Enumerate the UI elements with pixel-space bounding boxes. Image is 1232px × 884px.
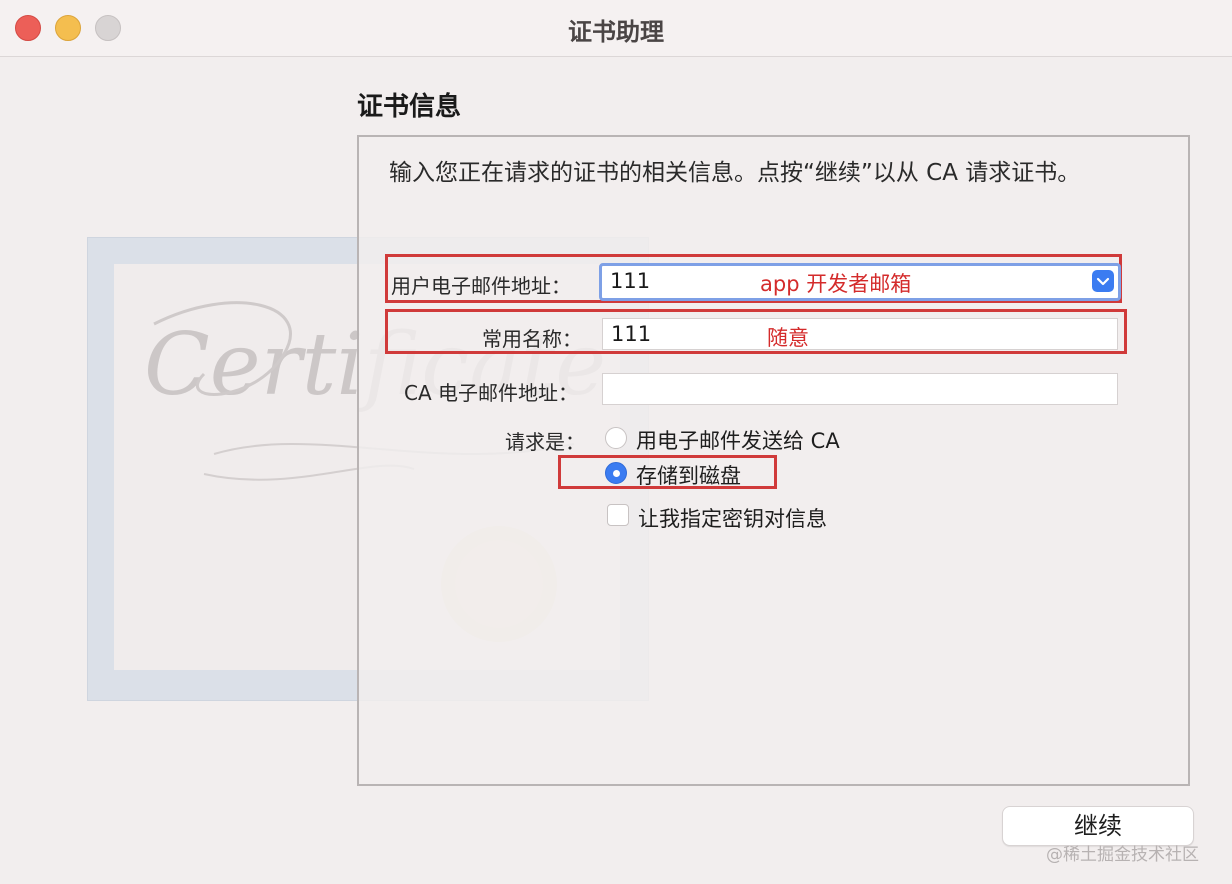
intro-text: 输入您正在请求的证书的相关信息。点按“继续”以从 CA 请求证书。	[389, 160, 1081, 186]
radio-save-to-disk-label[interactable]: 存储到磁盘	[636, 460, 741, 490]
custom-key-checkbox-label[interactable]: 让我指定密钥对信息	[638, 503, 827, 533]
radio-email-to-ca[interactable]	[605, 427, 627, 449]
common-name-field[interactable]: 111	[602, 318, 1118, 350]
section-title: 证书信息	[357, 92, 462, 122]
watermark: @稀土掘金技术社区	[1046, 845, 1199, 865]
chevron-down-icon	[1096, 277, 1110, 286]
user-email-label: 用户电子邮件地址：	[391, 274, 571, 298]
custom-key-checkbox[interactable]	[607, 504, 629, 526]
user-email-dropdown-button[interactable]	[1092, 270, 1114, 292]
ca-email-label: CA 电子邮件地址：	[404, 381, 579, 405]
user-email-annotation: app 开发者邮箱	[760, 272, 912, 296]
radio-email-to-ca-label[interactable]: 用电子邮件发送给 CA	[636, 425, 840, 455]
window-title: 证书助理	[568, 18, 664, 46]
ca-email-field[interactable]	[602, 373, 1118, 405]
common-name-label: 常用名称：	[482, 327, 582, 351]
title-bar: 证书助理	[0, 0, 1232, 57]
common-name-value: 111	[611, 322, 652, 346]
user-email-value: 111	[610, 269, 651, 293]
request-type-label: 请求是：	[505, 430, 585, 454]
radio-save-to-disk[interactable]	[605, 462, 627, 484]
common-name-annotation: 随意	[767, 326, 809, 350]
